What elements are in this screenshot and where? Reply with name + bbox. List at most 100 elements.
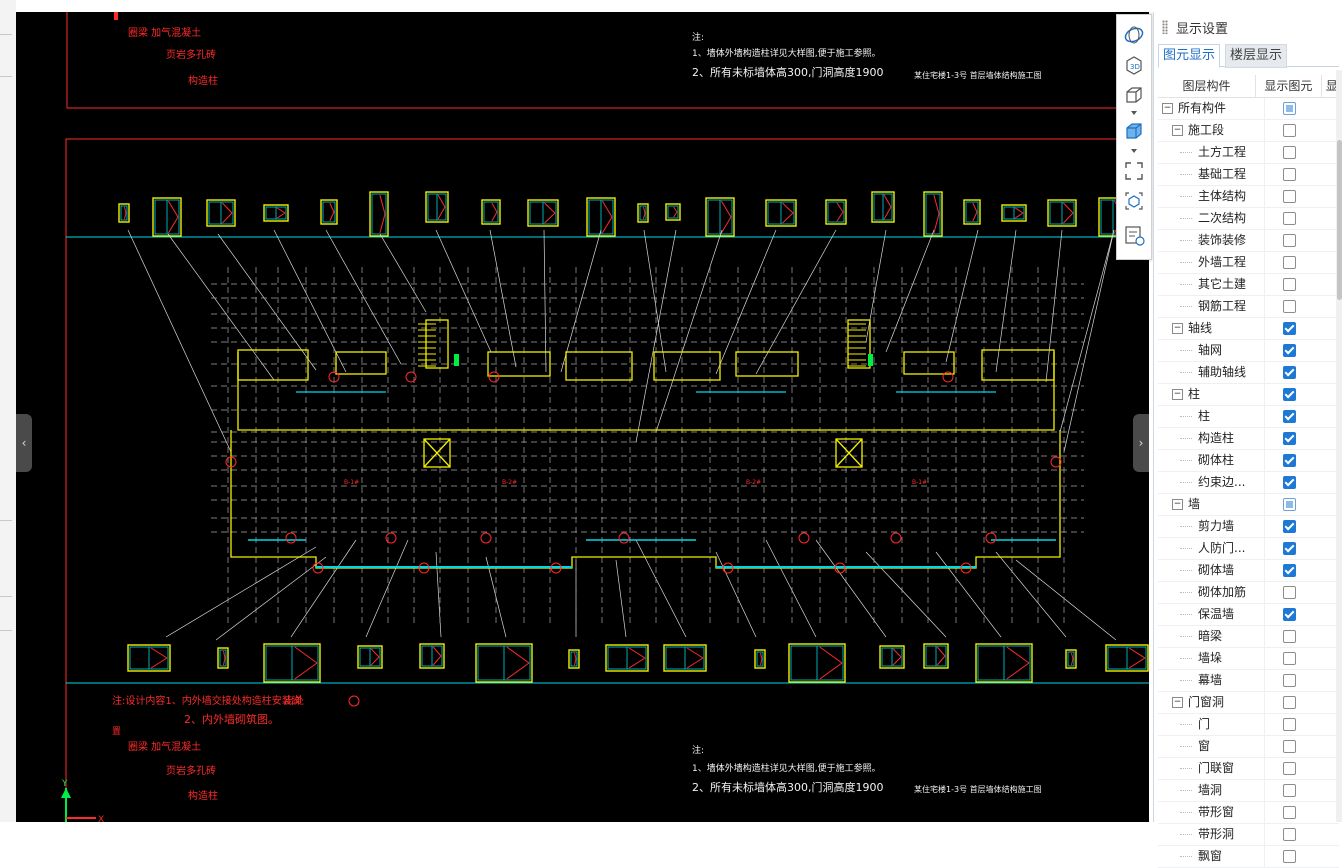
tree-row[interactable]: 基础工程 bbox=[1158, 164, 1339, 186]
show-element-checkbox[interactable] bbox=[1283, 542, 1296, 555]
cad-canvas[interactable]: 圈梁 加气混凝土 页岩多孔砖 构造柱 注: 1、墙体外墙构造柱详见大样图,便于施… bbox=[16, 12, 1149, 822]
collapse-toggle-icon[interactable]: − bbox=[1172, 697, 1183, 708]
window-legend bbox=[637, 203, 649, 223]
tree-row-label: 辅助轴线 bbox=[1198, 365, 1247, 379]
show-element-checkbox[interactable] bbox=[1283, 432, 1296, 445]
show-element-checkbox[interactable] bbox=[1283, 300, 1296, 313]
show-element-checkbox[interactable] bbox=[1283, 608, 1296, 621]
show-element-checkbox[interactable] bbox=[1283, 278, 1296, 291]
show-element-checkbox[interactable] bbox=[1283, 476, 1296, 489]
tree-row[interactable]: 柱 bbox=[1158, 406, 1339, 428]
tree-row[interactable]: 砌体墙 bbox=[1158, 560, 1339, 582]
collapse-left-button[interactable]: ‹ bbox=[16, 414, 32, 472]
caret-down-icon[interactable] bbox=[1131, 149, 1137, 153]
tree-row[interactable]: 门联窗 bbox=[1158, 758, 1339, 780]
show-element-checkbox[interactable] bbox=[1283, 806, 1296, 819]
show-element-checkbox[interactable] bbox=[1283, 234, 1296, 247]
show-element-checkbox[interactable] bbox=[1283, 696, 1296, 709]
tab-floor-display[interactable]: 楼层显示 bbox=[1225, 44, 1288, 68]
tab-element-display[interactable]: 图元显示 bbox=[1158, 44, 1221, 68]
caret-down-icon[interactable] bbox=[1131, 111, 1137, 115]
show-element-checkbox[interactable] bbox=[1283, 718, 1296, 731]
tree-row[interactable]: 暗梁 bbox=[1158, 626, 1339, 648]
show-element-checkbox[interactable] bbox=[1283, 498, 1296, 511]
tree-row[interactable]: 窗 bbox=[1158, 736, 1339, 758]
tree-row[interactable]: 主体结构 bbox=[1158, 186, 1339, 208]
tree-row[interactable]: 砌体柱 bbox=[1158, 450, 1339, 472]
tree-row[interactable]: − 轴线 bbox=[1158, 318, 1339, 340]
show-element-checkbox[interactable] bbox=[1283, 784, 1296, 797]
stair-right bbox=[848, 323, 866, 367]
show-element-checkbox[interactable] bbox=[1283, 366, 1296, 379]
show-element-checkbox[interactable] bbox=[1283, 344, 1296, 357]
tree-row[interactable]: 带形洞 bbox=[1158, 824, 1339, 846]
collapse-toggle-icon[interactable]: − bbox=[1172, 499, 1183, 510]
tree-row[interactable]: − 施工段 bbox=[1158, 120, 1339, 142]
tree-row[interactable]: − 墙 bbox=[1158, 494, 1339, 516]
tree-row[interactable]: 构造柱 bbox=[1158, 428, 1339, 450]
show-element-checkbox[interactable] bbox=[1283, 762, 1296, 775]
collapse-toggle-icon[interactable]: − bbox=[1172, 389, 1183, 400]
show-element-checkbox[interactable] bbox=[1283, 586, 1296, 599]
component-view-icon[interactable] bbox=[1122, 189, 1146, 213]
tree-row[interactable]: 土方工程 bbox=[1158, 142, 1339, 164]
show-element-checkbox[interactable] bbox=[1283, 454, 1296, 467]
tree-row[interactable]: 砌体加筋 bbox=[1158, 582, 1339, 604]
collapse-right-button[interactable]: › bbox=[1133, 414, 1149, 472]
display-settings-icon[interactable] bbox=[1122, 223, 1146, 247]
show-element-checkbox[interactable] bbox=[1283, 388, 1296, 401]
show-element-checkbox[interactable] bbox=[1283, 168, 1296, 181]
show-element-checkbox[interactable] bbox=[1283, 410, 1296, 423]
show-element-checkbox[interactable] bbox=[1283, 322, 1296, 335]
drag-handle-icon[interactable] bbox=[1162, 20, 1168, 34]
show-element-checkbox[interactable] bbox=[1283, 102, 1296, 115]
tree-row[interactable]: 剪力墙 bbox=[1158, 516, 1339, 538]
show-element-checkbox[interactable] bbox=[1283, 124, 1296, 137]
column-header-show[interactable]: 显示图元 bbox=[1255, 75, 1321, 97]
show-element-checkbox[interactable] bbox=[1283, 850, 1296, 863]
tree-row[interactable]: − 门窗洞 bbox=[1158, 692, 1339, 714]
show-element-checkbox[interactable] bbox=[1283, 190, 1296, 203]
tree-row[interactable]: − 柱 bbox=[1158, 384, 1339, 406]
full-screen-icon[interactable] bbox=[1122, 159, 1146, 183]
tree-row[interactable]: 外墙工程 bbox=[1158, 252, 1339, 274]
collapse-toggle-icon[interactable]: − bbox=[1162, 103, 1173, 114]
tree-row[interactable]: − 所有构件 bbox=[1158, 98, 1339, 120]
dynamic-observe-icon[interactable] bbox=[1122, 23, 1146, 47]
tree-row[interactable]: 门 bbox=[1158, 714, 1339, 736]
tree-row[interactable]: 人防门... bbox=[1158, 538, 1339, 560]
iso-cube-icon[interactable] bbox=[1122, 119, 1146, 143]
show-element-checkbox[interactable] bbox=[1283, 256, 1296, 269]
tree-row[interactable]: 保温墙 bbox=[1158, 604, 1339, 626]
show-element-checkbox[interactable] bbox=[1283, 146, 1296, 159]
tree-row[interactable]: 墙洞 bbox=[1158, 780, 1339, 802]
scrollbar-thumb[interactable] bbox=[1337, 140, 1342, 300]
show-element-checkbox[interactable] bbox=[1283, 674, 1296, 687]
cad-drawing[interactable]: 圈梁 加气混凝土 页岩多孔砖 构造柱 注: 1、墙体外墙构造柱详见大样图,便于施… bbox=[16, 12, 1149, 822]
show-element-checkbox[interactable] bbox=[1283, 212, 1296, 225]
column-header-layer[interactable]: 图层构件 bbox=[1158, 75, 1255, 97]
tree-row-label: 约束边... bbox=[1198, 475, 1246, 489]
show-element-checkbox[interactable] bbox=[1283, 828, 1296, 841]
tree-row[interactable]: 带形窗 bbox=[1158, 802, 1339, 824]
tree-row[interactable]: 其它土建 bbox=[1158, 274, 1339, 296]
3d-view-icon[interactable]: 3D bbox=[1122, 53, 1146, 77]
show-element-checkbox[interactable] bbox=[1283, 630, 1296, 643]
tree-row[interactable]: 二次结构 bbox=[1158, 208, 1339, 230]
show-element-checkbox[interactable] bbox=[1283, 564, 1296, 577]
collapse-toggle-icon[interactable]: − bbox=[1172, 323, 1183, 334]
tree-row[interactable]: 飘窗 bbox=[1158, 846, 1339, 868]
tree-row[interactable]: 辅助轴线 bbox=[1158, 362, 1339, 384]
show-element-checkbox[interactable] bbox=[1283, 740, 1296, 753]
tree-row[interactable]: 墙垛 bbox=[1158, 648, 1339, 670]
tree-row[interactable]: 幕墙 bbox=[1158, 670, 1339, 692]
tree-row[interactable]: 约束边... bbox=[1158, 472, 1339, 494]
show-element-checkbox[interactable] bbox=[1283, 520, 1296, 533]
top-view-icon[interactable] bbox=[1122, 83, 1146, 107]
scrollbar[interactable] bbox=[1336, 70, 1342, 822]
tree-row[interactable]: 钢筋工程 bbox=[1158, 296, 1339, 318]
show-element-checkbox[interactable] bbox=[1283, 652, 1296, 665]
tree-row[interactable]: 装饰装修 bbox=[1158, 230, 1339, 252]
tree-row[interactable]: 轴网 bbox=[1158, 340, 1339, 362]
collapse-toggle-icon[interactable]: − bbox=[1172, 125, 1183, 136]
